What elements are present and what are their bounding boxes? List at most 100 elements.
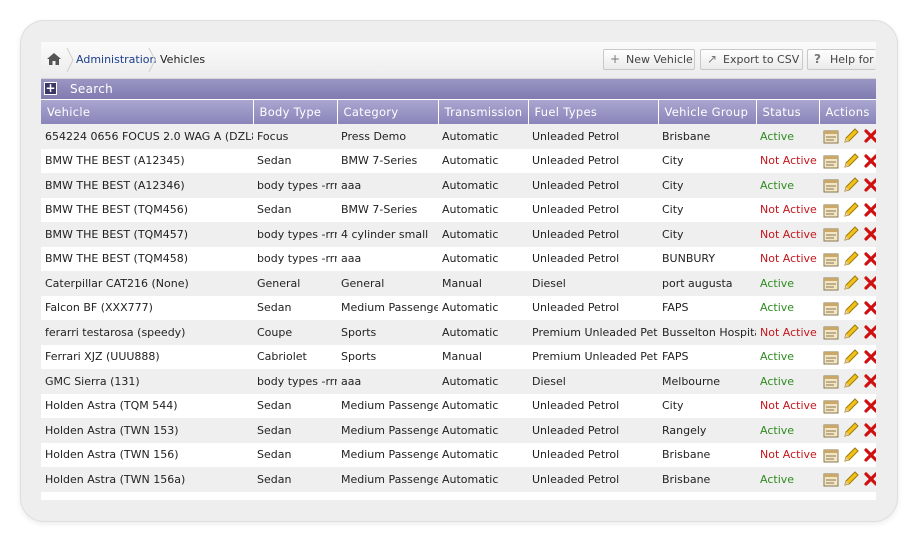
breadcrumb-administration[interactable]: Administration — [76, 53, 157, 66]
view-details-icon[interactable] — [823, 422, 839, 438]
cell-status: Active — [756, 467, 819, 492]
delete-x-icon[interactable] — [863, 251, 876, 267]
view-details-icon[interactable] — [823, 349, 839, 365]
export-csv-label: Export to CSV — [723, 53, 800, 66]
edit-pencil-icon[interactable] — [843, 177, 859, 193]
table-row[interactable]: Holden Astra (TWN 156a) Sedan Medium Passe… — [41, 467, 876, 492]
cell-vehicle[interactable]: 654224 0656 FOCUS 2.0 WAG A (DZL895) — [41, 124, 253, 149]
cell-vehicle[interactable]: Holden Astra (TWN 156a) — [41, 467, 253, 492]
view-details-icon[interactable] — [823, 471, 839, 487]
search-bar[interactable]: + Search — [41, 79, 876, 99]
table-row[interactable]: BMW THE BEST (A12345) Sedan BMW 7-Series Au… — [41, 148, 876, 173]
table-row[interactable]: BMW THE BEST (A12346) body types -rrr aaa A… — [41, 173, 876, 198]
delete-x-icon[interactable] — [863, 422, 876, 438]
view-details-icon[interactable] — [823, 202, 839, 218]
edit-pencil-icon[interactable] — [843, 251, 859, 267]
table-row[interactable]: Holden Astra (TQM 544) Sedan Medium Passen… — [41, 393, 876, 418]
delete-x-icon[interactable] — [863, 177, 876, 193]
cell-fuel-type: Unleaded Petrol — [528, 442, 658, 467]
delete-x-icon[interactable] — [863, 349, 876, 365]
column-header-category[interactable]: Category — [337, 100, 439, 124]
cell-vehicle[interactable]: BMW THE BEST (A12345) — [41, 148, 253, 173]
view-details-icon[interactable] — [823, 177, 839, 193]
delete-x-icon[interactable] — [863, 324, 876, 340]
delete-x-icon[interactable] — [863, 128, 876, 144]
table-row[interactable]: BMW THE BEST (TQM458) body types -rrr aaa A… — [41, 246, 876, 271]
cell-actions — [819, 222, 876, 247]
edit-pencil-icon[interactable] — [843, 128, 859, 144]
delete-x-icon[interactable] — [863, 202, 876, 218]
home-icon[interactable] — [47, 53, 61, 65]
cell-vehicle[interactable]: GMC Sierra (131) — [41, 369, 253, 394]
column-header-actions: Actions — [819, 100, 876, 124]
cell-vehicle[interactable]: Holden Astra (TQM 544) — [41, 393, 253, 418]
cell-vehicle[interactable]: BMW THE BEST (A12346) — [41, 173, 253, 198]
delete-x-icon[interactable] — [863, 447, 876, 463]
view-details-icon[interactable] — [823, 153, 839, 169]
cell-fuel-type: Unleaded Petrol — [528, 295, 658, 320]
edit-pencil-icon[interactable] — [843, 275, 859, 291]
table-row[interactable]: ferarri testarosa (speedy) Coupe Sports Aut… — [41, 320, 876, 345]
cell-vehicle[interactable]: BMW THE BEST (TQM458) — [41, 246, 253, 271]
cell-vehicle[interactable]: BMW THE BEST (TQM457) — [41, 222, 253, 247]
table-row[interactable]: GMC Sierra (131) body types -rrr aaa Automa… — [41, 369, 876, 394]
view-details-icon[interactable] — [823, 275, 839, 291]
table-row[interactable]: Ferrari XJZ (UUU888) Cabriolet Sports Manua… — [41, 344, 876, 369]
table-row[interactable]: BMW THE BEST (TQM457) body types -rrr 4 cy… — [41, 222, 876, 247]
cell-status: Active — [756, 295, 819, 320]
edit-pencil-icon[interactable] — [843, 300, 859, 316]
view-details-icon[interactable] — [823, 324, 839, 340]
view-details-icon[interactable] — [823, 226, 839, 242]
edit-pencil-icon[interactable] — [843, 226, 859, 242]
edit-pencil-icon[interactable] — [843, 202, 859, 218]
table-row[interactable]: BMW THE BEST (TQM456) Sedan BMW 7-Series Au… — [41, 197, 876, 222]
table-row[interactable]: Holden Astra (TWN 156) Sedan Medium Passen… — [41, 442, 876, 467]
view-details-icon[interactable] — [823, 398, 839, 414]
edit-pencil-icon[interactable] — [843, 324, 859, 340]
edit-pencil-icon[interactable] — [843, 349, 859, 365]
edit-pencil-icon[interactable] — [843, 398, 859, 414]
column-header-fuel-types[interactable]: Fuel Types — [528, 100, 659, 124]
help-button[interactable]: ? Help for t — [807, 49, 876, 70]
edit-pencil-icon[interactable] — [843, 422, 859, 438]
column-header-body-type[interactable]: Body Type — [253, 100, 338, 124]
cell-vehicle[interactable]: Holden Astra (TWN 153) — [41, 418, 253, 443]
table-row[interactable]: 654224 0656 FOCUS 2.0 WAG A (DZL895)Focu… — [41, 124, 876, 149]
new-vehicle-button[interactable]: + New Vehicle — [603, 49, 695, 70]
delete-x-icon[interactable] — [863, 300, 876, 316]
column-header-vehicle[interactable]: Vehicle — [41, 100, 254, 124]
delete-x-icon[interactable] — [863, 471, 876, 487]
table-row[interactable]: Falcon BF (XXX777) Sedan Medium Passenger A… — [41, 295, 876, 320]
delete-x-icon[interactable] — [863, 275, 876, 291]
cell-actions — [819, 442, 876, 467]
column-header-status[interactable]: Status — [756, 100, 820, 124]
table-row[interactable]: Holden Astra (TWN 153) Sedan Medium Passen… — [41, 418, 876, 443]
view-details-icon[interactable] — [823, 128, 839, 144]
delete-x-icon[interactable] — [863, 226, 876, 242]
cell-vehicle[interactable]: Holden Astra (TWN 156) — [41, 442, 253, 467]
column-header-transmission[interactable]: Transmission — [438, 100, 529, 124]
cell-category: BMW 7-Series — [337, 197, 438, 222]
delete-x-icon[interactable] — [863, 398, 876, 414]
view-details-icon[interactable] — [823, 447, 839, 463]
table-row[interactable]: Caterpillar CAT216 (None) General General M… — [41, 271, 876, 296]
cell-vehicle[interactable]: Caterpillar CAT216 (None) — [41, 271, 253, 296]
edit-pencil-icon[interactable] — [843, 447, 859, 463]
cell-vehicle-group: City — [658, 197, 756, 222]
view-details-icon[interactable] — [823, 373, 839, 389]
cell-vehicle[interactable]: Ferrari XJZ (UUU888) — [41, 344, 253, 369]
cell-vehicle[interactable]: ferarri testarosa (speedy) — [41, 320, 253, 345]
edit-pencil-icon[interactable] — [843, 373, 859, 389]
edit-pencil-icon[interactable] — [843, 153, 859, 169]
cell-vehicle[interactable]: Falcon BF (XXX777) — [41, 295, 253, 320]
delete-x-icon[interactable] — [863, 373, 876, 389]
view-details-icon[interactable] — [823, 251, 839, 267]
delete-x-icon[interactable] — [863, 153, 876, 169]
cell-vehicle[interactable]: BMW THE BEST (TQM456) — [41, 197, 253, 222]
view-details-icon[interactable] — [823, 300, 839, 316]
expand-search-icon[interactable]: + — [44, 82, 57, 95]
cell-fuel-type: Unleaded Petrol — [528, 124, 658, 149]
edit-pencil-icon[interactable] — [843, 471, 859, 487]
export-csv-button[interactable]: ↗ Export to CSV — [700, 49, 803, 70]
column-header-vehicle-group[interactable]: Vehicle Group — [658, 100, 757, 124]
